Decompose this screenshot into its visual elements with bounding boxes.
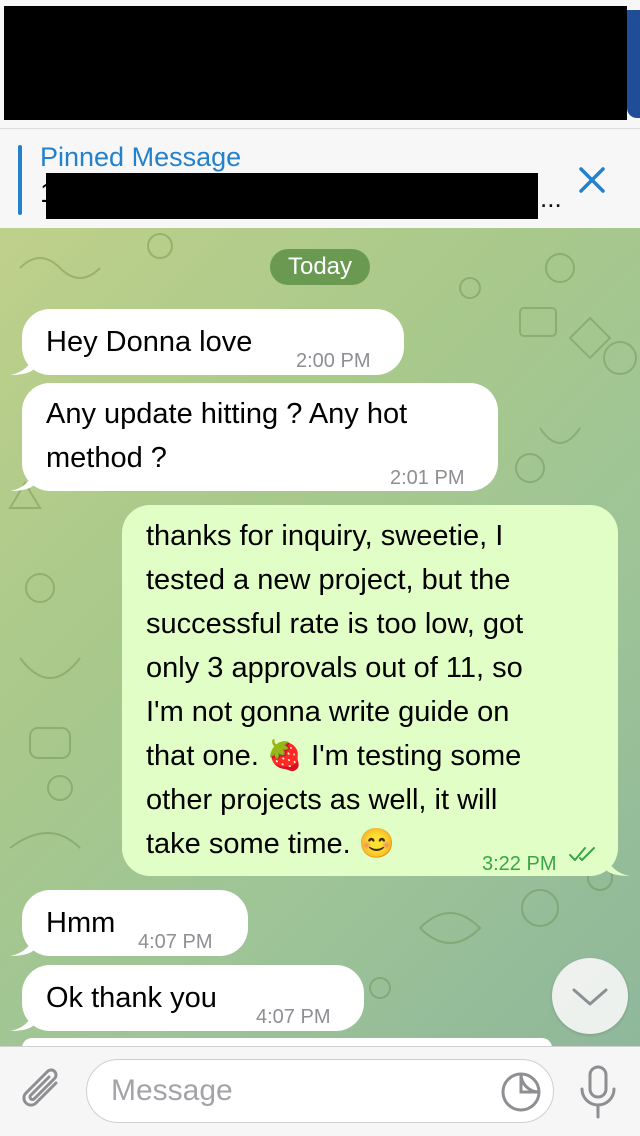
message-time: 2:01 PM [390,467,465,489]
message-input[interactable] [111,1070,491,1112]
pinned-message-bar[interactable]: Pinned Message 1 ... [0,128,640,228]
message-text-line: tested a new project, but the [146,564,511,596]
close-icon[interactable] [572,160,612,200]
bubble-tail [10,934,34,956]
chevron-down-icon [572,988,608,1006]
message-text-line: only 3 approvals out of 11, so [146,652,523,684]
double-check-icon [569,847,595,861]
message-text: Hey Donna love [46,326,253,358]
incoming-message[interactable]: Hey Donna love 2:00 PM [10,309,404,375]
pinned-accent-bar [18,145,22,215]
bubble-tail [606,854,630,876]
microphone-icon[interactable] [576,1063,620,1121]
date-divider: Today [270,249,370,285]
message-text: Ok thank you [46,982,217,1014]
message-text-line: thanks for inquiry, sweetie, I [146,520,504,552]
bubble-tail [10,1009,34,1031]
message-input-box[interactable] [86,1059,554,1123]
sticker-icon[interactable] [499,1070,543,1114]
pinned-title: Pinned Message [40,142,242,172]
message-time: 2:00 PM [296,350,371,372]
paperclip-icon[interactable] [18,1063,68,1119]
bubble-tail [10,353,34,375]
bubble-tail [10,469,34,491]
message-text-line: method ? [46,442,167,474]
message-text-line: that one. 🍓 I'm testing some [146,740,522,772]
message-text-line: I'm not gonna write guide on [146,696,510,728]
pinned-ellipsis: ... [540,183,562,213]
message-text-line: take some time. 😊 [146,828,395,860]
message-composer [0,1046,640,1136]
message-time: 3:22 PM [482,853,557,875]
message-text: Hmm [46,907,116,939]
redacted-header [4,6,627,120]
message-time: 4:07 PM [138,931,213,953]
chat-area[interactable]: Today Hey Donna love 2:00 PM Any update … [0,228,640,1046]
message-text-line: Any update hitting ? Any hot [46,398,408,430]
chat-header [0,0,640,128]
message-text-line: other projects as well, it will [146,784,498,816]
redacted-pinned-preview [46,173,538,219]
message-text-line: successful rate is too low, got [146,608,524,640]
incoming-message[interactable]: Ok thank you 4:07 PM [10,965,364,1031]
partial-message [22,1038,552,1046]
message-time: 4:07 PM [256,1006,331,1028]
incoming-message[interactable]: Hmm 4:07 PM [10,890,248,956]
incoming-message[interactable]: Any update hitting ? Any hot method ? 2:… [10,383,498,491]
scroll-to-bottom-button[interactable] [552,958,628,1034]
header-avatar-edge [627,10,640,118]
outgoing-message[interactable]: thanks for inquiry, sweetie, I tested a … [122,505,630,876]
